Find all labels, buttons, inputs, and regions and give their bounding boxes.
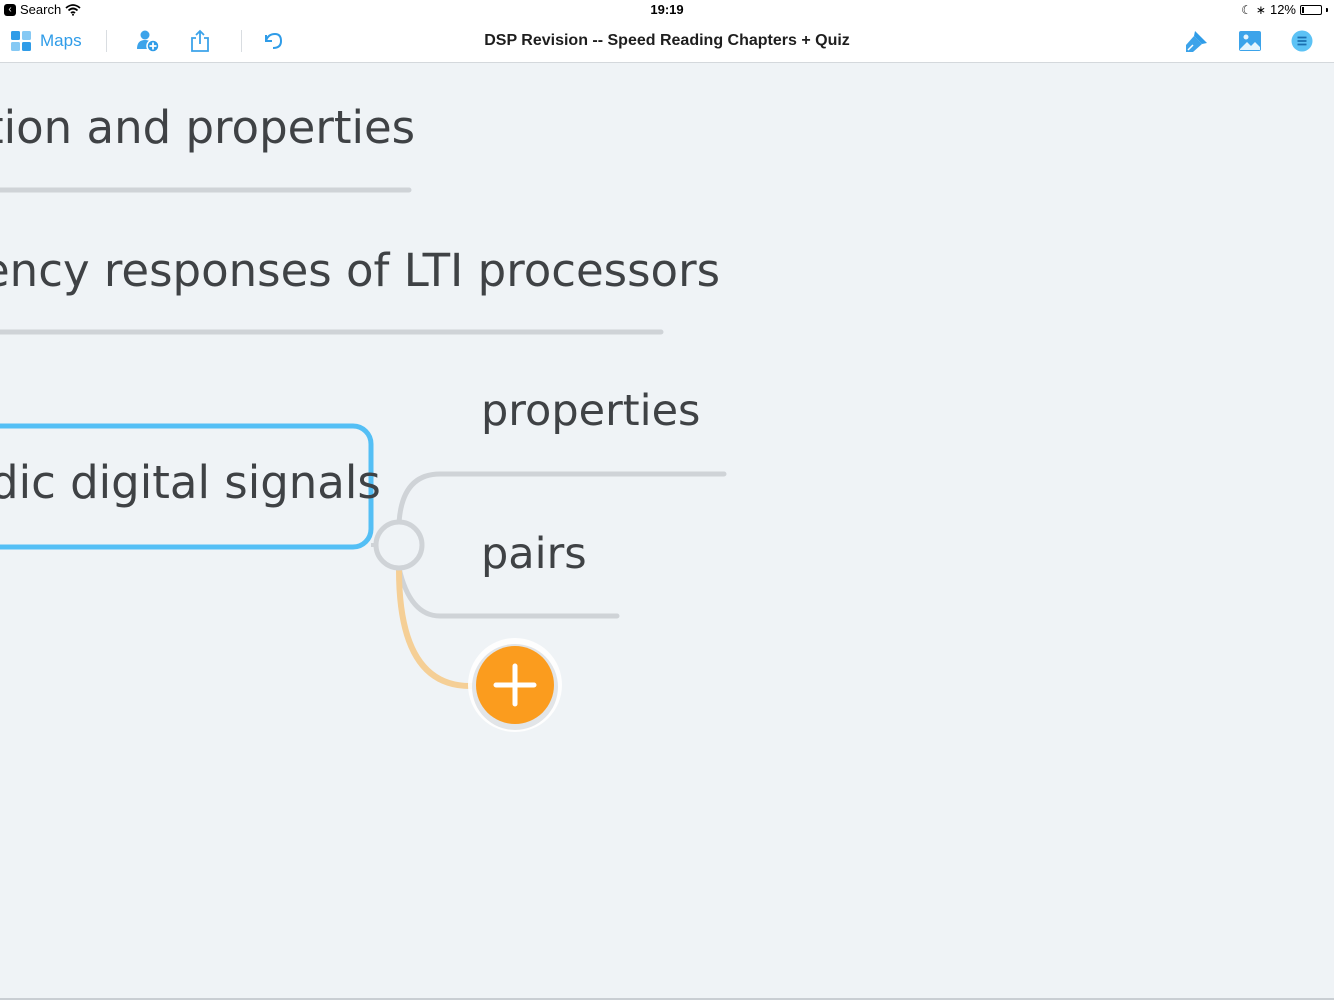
- selected-branch-topic[interactable]: dic digital signals: [0, 456, 381, 509]
- add-person-icon: [137, 30, 160, 53]
- maps-label: Maps: [40, 31, 82, 50]
- subtopic-connector: [396, 471, 727, 526]
- style-brush-icon: [1186, 31, 1207, 52]
- style-button[interactable]: [1185, 20, 1209, 62]
- add-connector: [396, 567, 481, 689]
- maps-grid-icon: [11, 30, 31, 51]
- insert-image-icon: [1239, 31, 1261, 51]
- subtopic[interactable]: properties: [481, 386, 700, 436]
- toolbar-divider: [241, 30, 242, 52]
- outline-menu-icon: [1291, 30, 1313, 52]
- collapse-toggle-button[interactable]: [377, 523, 423, 569]
- undo-button[interactable]: [262, 20, 284, 62]
- bluetooth-icon: ∗: [1255, 2, 1266, 17]
- battery-tip: [1326, 7, 1328, 12]
- status-time: 19:19: [650, 2, 684, 17]
- add-person-button[interactable]: [136, 20, 160, 62]
- insert-image-button[interactable]: [1238, 20, 1262, 62]
- status-bar: ‹ Search 19:19 ☾ ∗ 12%: [0, 0, 1334, 20]
- outline-button[interactable]: [1291, 20, 1313, 62]
- battery-percent: 12%: [1269, 2, 1296, 17]
- share-button[interactable]: [190, 20, 210, 62]
- toolbar-divider: [106, 30, 107, 52]
- share-icon: [191, 29, 209, 52]
- undo-icon: [265, 32, 283, 49]
- toolbar: DSP Revision -- Speed Reading Chapters +…: [0, 20, 1334, 63]
- maps-button[interactable]: Maps: [11, 20, 82, 62]
- branch-topic[interactable]: ency responses of LTI processors: [0, 244, 720, 297]
- battery-level: [1302, 6, 1304, 13]
- moon-icon: ☾: [1241, 2, 1252, 17]
- subtopic[interactable]: pairs: [481, 529, 587, 579]
- battery-icon: [1300, 4, 1322, 15]
- add-topic-button[interactable]: [472, 643, 558, 729]
- mind-map-canvas[interactable]: tion and properties ency responses of LT…: [0, 63, 1334, 998]
- branch-topic[interactable]: tion and properties: [0, 101, 415, 154]
- connector-layer: [0, 187, 727, 732]
